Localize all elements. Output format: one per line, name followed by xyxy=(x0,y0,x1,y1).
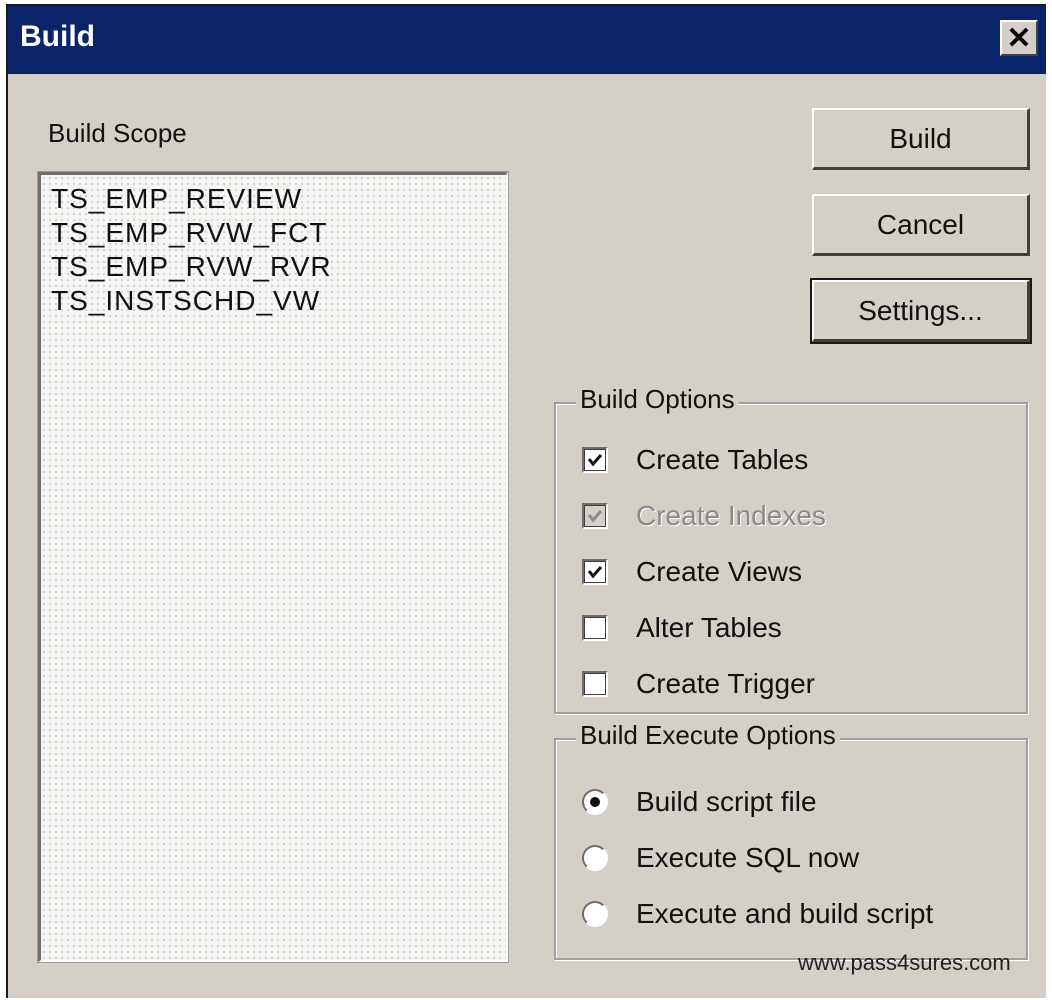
option-create-views[interactable]: Create Views xyxy=(582,554,802,590)
settings-button[interactable]: Settings... xyxy=(810,278,1032,344)
close-button[interactable]: ✕ xyxy=(1000,20,1038,56)
build-options-legend: Build Options xyxy=(576,384,739,415)
build-script-file-label: Build script file xyxy=(636,786,817,817)
checkmark-icon xyxy=(587,510,603,523)
option-alter-tables[interactable]: Alter Tables xyxy=(582,610,782,646)
build-button[interactable]: Build xyxy=(812,108,1030,170)
create-tables-label: Create Tables xyxy=(636,444,809,475)
build-execute-options-group: Build Execute Options Build script file … xyxy=(554,720,1028,960)
execute-and-build-script-label: Execute and build script xyxy=(636,898,934,929)
cancel-button-label: Cancel xyxy=(876,208,965,240)
create-tables-checkbox[interactable] xyxy=(582,447,608,473)
radio-selected-icon xyxy=(590,797,600,807)
option-create-trigger[interactable]: Create Trigger xyxy=(582,666,815,702)
option-execute-and-build-script[interactable]: Execute and build script xyxy=(582,896,933,932)
create-views-checkbox[interactable] xyxy=(582,559,608,585)
checkmark-icon xyxy=(587,566,603,579)
execute-and-build-script-radio[interactable] xyxy=(582,901,608,927)
execute-sql-now-label: Execute SQL now xyxy=(636,842,860,873)
window-title: Build xyxy=(20,20,95,53)
option-create-indexes: Create Indexes xyxy=(582,498,826,534)
build-script-file-radio[interactable] xyxy=(582,789,608,815)
watermark: www.pass4sures.com xyxy=(798,950,1011,975)
option-create-tables[interactable]: Create Tables xyxy=(582,442,808,478)
create-trigger-label: Create Trigger xyxy=(636,668,815,699)
build-scope-list[interactable]: TS_EMP_REVIEW TS_EMP_RVW_FCT TS_EMP_RVW_… xyxy=(37,171,509,963)
alter-tables-label: Alter Tables xyxy=(636,612,782,643)
list-item[interactable]: TS_INSTSCHD_VW xyxy=(41,287,506,315)
cancel-button[interactable]: Cancel xyxy=(812,194,1030,256)
close-icon: ✕ xyxy=(1006,21,1032,55)
create-trigger-checkbox[interactable] xyxy=(582,671,608,697)
list-item[interactable]: TS_EMP_REVIEW xyxy=(41,185,506,213)
list-item[interactable]: TS_EMP_RVW_RVR xyxy=(41,253,506,281)
list-item[interactable]: TS_EMP_RVW_FCT xyxy=(41,219,506,247)
build-dialog: Build ✕ Build Scope TS_EMP_REVIEW TS_EMP… xyxy=(6,4,1046,998)
build-scope-label: Build Scope xyxy=(48,118,187,148)
execute-sql-now-radio[interactable] xyxy=(582,845,608,871)
build-execute-options-legend: Build Execute Options xyxy=(576,720,840,751)
settings-button-label: Settings... xyxy=(858,294,983,326)
build-options-group: Build Options Create Tables Create Index… xyxy=(554,384,1028,714)
create-views-label: Create Views xyxy=(636,556,803,587)
option-build-script-file[interactable]: Build script file xyxy=(582,784,817,820)
create-indexes-checkbox xyxy=(582,503,608,529)
title-bar[interactable]: Build ✕ xyxy=(8,6,1046,74)
checkmark-icon xyxy=(587,454,603,467)
build-button-label: Build xyxy=(889,122,952,154)
create-indexes-label: Create Indexes xyxy=(636,500,826,531)
alter-tables-checkbox[interactable] xyxy=(582,615,608,641)
option-execute-sql-now[interactable]: Execute SQL now xyxy=(582,840,859,876)
